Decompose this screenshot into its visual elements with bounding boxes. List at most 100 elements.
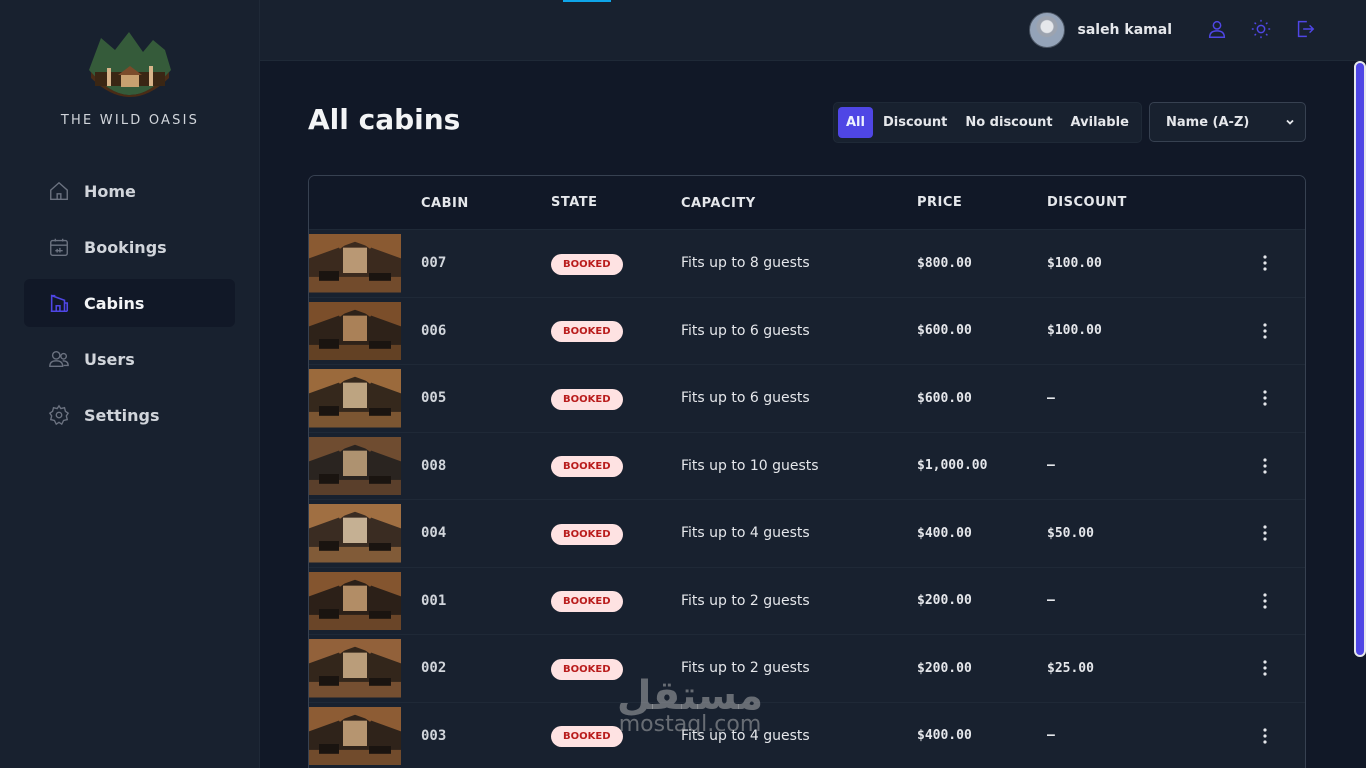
more-vertical-icon	[1263, 660, 1267, 676]
row-menu-button[interactable]	[1237, 255, 1297, 271]
sun-icon[interactable]	[1250, 18, 1272, 40]
more-vertical-icon	[1263, 458, 1267, 474]
row-menu-button[interactable]	[1237, 728, 1297, 744]
row-menu-button[interactable]	[1237, 390, 1297, 406]
row-menu-button[interactable]	[1237, 593, 1297, 609]
cabin-name: 007	[421, 255, 447, 272]
cabin-discount: —	[1047, 390, 1055, 406]
table-header: CABIN STATE CAPACITY PRICE DISCOUNT	[309, 176, 1305, 230]
cabin-price: $200.00	[917, 660, 972, 676]
status-badge: BOOKED	[551, 658, 623, 680]
row-menu-button[interactable]	[1237, 458, 1297, 474]
cabin-discount: $25.00	[1047, 660, 1094, 676]
cabin-discount: $50.00	[1047, 525, 1094, 541]
logout-icon[interactable]	[1294, 18, 1316, 40]
row-menu-button[interactable]	[1237, 525, 1297, 541]
cabin-price: $600.00	[917, 390, 972, 406]
cabin-capacity: Fits up to 6 guests	[681, 322, 810, 339]
filter-no-discount-button[interactable]: No discount	[957, 107, 1060, 138]
cabin-discount: $100.00	[1047, 255, 1102, 271]
cabin-thumbnail	[309, 639, 401, 698]
page-scrollbar[interactable]	[1354, 61, 1366, 768]
page-title: All cabins	[308, 103, 461, 136]
cabin-price: $600.00	[917, 323, 972, 339]
cabin-capacity: Fits up to 4 guests	[681, 525, 810, 542]
table-row: 001 BOOKED Fits up to 2 guests $200.00 —	[309, 568, 1305, 635]
scrollbar-thumb[interactable]	[1354, 61, 1366, 657]
table-row: 004 BOOKED Fits up to 4 guests $400.00 $…	[309, 500, 1305, 568]
cabin-price: $1,000.00	[917, 458, 988, 474]
cabin-price: $800.00	[917, 255, 972, 271]
status-badge: BOOKED	[551, 321, 623, 343]
status-badge: BOOKED	[551, 591, 623, 613]
column-header-capacity: CAPACITY	[681, 195, 756, 211]
chevron-down-icon	[1286, 119, 1294, 125]
main-content: All cabins All Discount No discount Avil…	[260, 61, 1352, 768]
calendar-icon	[50, 238, 68, 256]
sidebar-item-users[interactable]: Users	[24, 335, 235, 383]
filter-group: All Discount No discount Avilable	[833, 102, 1142, 143]
table-row: 003 BOOKED Fits up to 4 guests $400.00 —	[309, 703, 1305, 768]
cabin-name: 008	[421, 457, 447, 474]
cabin-discount: —	[1047, 593, 1055, 609]
cabin-thumbnail	[309, 301, 401, 360]
avatar	[1029, 12, 1066, 48]
sidebar-item-cabins[interactable]: Cabins	[24, 279, 235, 327]
cabin-thumbnail	[309, 436, 401, 495]
cabins-table: CABIN STATE CAPACITY PRICE DISCOUNT 007 …	[308, 175, 1306, 768]
cabin-name: 002	[421, 660, 447, 677]
table-row: 008 BOOKED Fits up to 10 guests $1,000.0…	[309, 433, 1305, 500]
cabin-capacity: Fits up to 10 guests	[681, 457, 819, 474]
cabin-thumbnail	[309, 571, 401, 630]
user-icon[interactable]	[1206, 18, 1228, 40]
users-icon	[49, 350, 69, 368]
cabin-capacity: Fits up to 8 guests	[681, 255, 810, 272]
status-badge: BOOKED	[551, 456, 623, 478]
cabin-price: $200.00	[917, 593, 972, 609]
loading-indicator	[563, 0, 611, 2]
cabin-icon	[50, 294, 69, 313]
cabin-price: $400.00	[917, 525, 972, 541]
sidebar-nav: Home Bookings Cabins Users Settings	[24, 167, 235, 447]
filter-discount-button[interactable]: Discount	[875, 107, 955, 138]
cabin-name: 005	[421, 390, 447, 407]
more-vertical-icon	[1263, 390, 1267, 406]
more-vertical-icon	[1263, 593, 1267, 609]
table-row: 006 BOOKED Fits up to 6 guests $600.00 $…	[309, 298, 1305, 365]
status-badge: BOOKED	[551, 523, 623, 545]
table-row: 005 BOOKED Fits up to 6 guests $600.00 —	[309, 365, 1305, 433]
sort-selected-value: Name (A-Z)	[1166, 114, 1250, 130]
filter-available-button[interactable]: Avilable	[1063, 107, 1137, 138]
cabin-name: 004	[421, 525, 447, 542]
sidebar-item-label: Settings	[84, 405, 160, 425]
sidebar-item-settings[interactable]: Settings	[24, 391, 235, 439]
cabin-thumbnail	[309, 504, 401, 563]
sort-select[interactable]: Name (A-Z)	[1149, 102, 1306, 142]
cabin-capacity: Fits up to 6 guests	[681, 390, 810, 407]
user-info: saleh kamal	[1029, 12, 1172, 48]
user-name: saleh kamal	[1077, 22, 1172, 38]
status-badge: BOOKED	[551, 253, 623, 275]
sidebar-item-home[interactable]: Home	[24, 167, 235, 215]
brand-name: THE WILD OASIS	[60, 113, 200, 128]
home-icon	[50, 181, 68, 200]
sidebar-item-bookings[interactable]: Bookings	[24, 223, 235, 271]
cabin-thumbnail	[309, 369, 401, 428]
cabin-discount: —	[1047, 728, 1055, 744]
cabin-discount: —	[1047, 458, 1055, 474]
cabin-thumbnail	[309, 706, 401, 765]
more-vertical-icon	[1263, 323, 1267, 339]
sidebar-item-label: Bookings	[84, 237, 167, 257]
filter-all-button[interactable]: All	[838, 107, 873, 138]
top-header: saleh kamal	[260, 0, 1366, 61]
cabin-name: 003	[421, 727, 447, 744]
table-body: 007 BOOKED Fits up to 8 guests $800.00 $…	[309, 230, 1305, 768]
gear-icon	[48, 404, 70, 426]
column-header-state: STATE	[551, 195, 598, 210]
cabin-thumbnail	[309, 234, 401, 293]
more-vertical-icon	[1263, 525, 1267, 541]
sidebar: THE WILD OASIS Home Bookings Cabins User…	[0, 0, 260, 768]
row-menu-button[interactable]	[1237, 660, 1297, 676]
row-menu-button[interactable]	[1237, 323, 1297, 339]
cabin-name: 006	[421, 322, 447, 339]
